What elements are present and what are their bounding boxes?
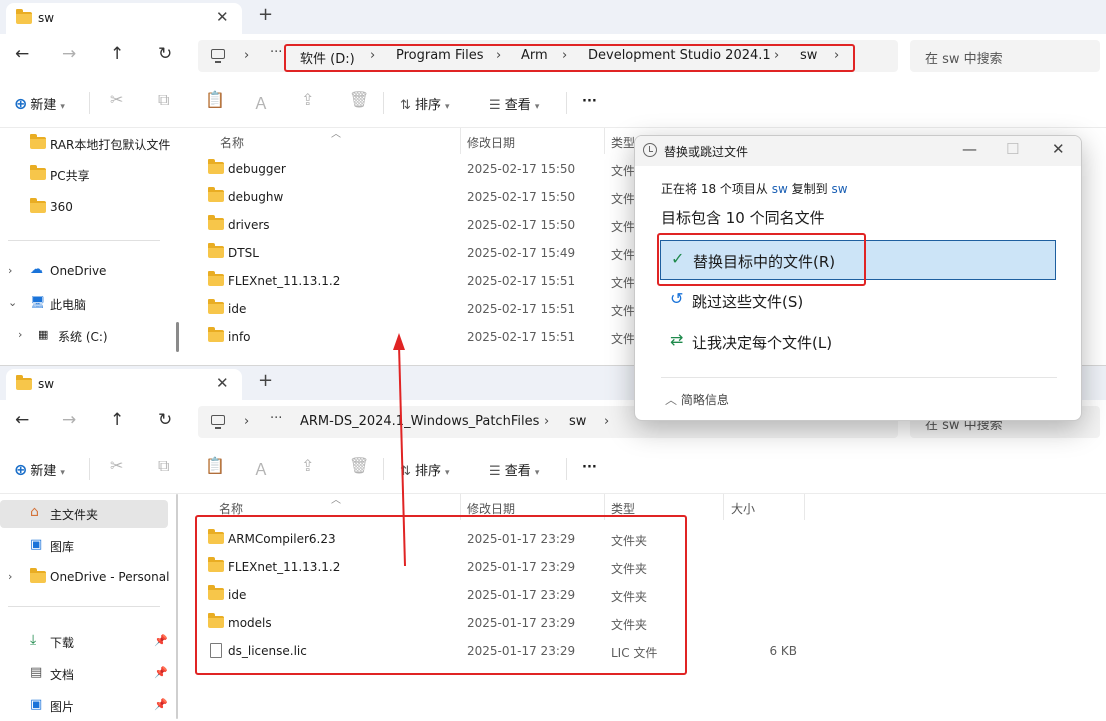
- minimize-icon[interactable]: —: [962, 140, 977, 158]
- source-link[interactable]: sw: [772, 182, 788, 196]
- skip-files-option[interactable]: ↺ 跳过这些文件(S): [660, 281, 1056, 321]
- annotation-arrow-head: [393, 333, 405, 350]
- clock-icon: [643, 143, 657, 157]
- annotation-replace-box: [657, 233, 866, 286]
- dest-link[interactable]: sw: [831, 182, 847, 196]
- close-icon[interactable]: ✕: [1052, 140, 1065, 158]
- dialog-titlebar: 替换或跳过文件 — ☐ ✕: [635, 136, 1081, 166]
- dialog-headline: 目标包含 10 个同名文件: [661, 209, 825, 227]
- dialog-title: 替换或跳过文件: [664, 145, 749, 159]
- compare-icon: ⇄: [670, 330, 684, 349]
- decide-each-option[interactable]: ⇄ 让我决定每个文件(L): [660, 322, 1056, 362]
- maximize-icon[interactable]: ☐: [1006, 140, 1019, 158]
- progress-text: 正在将 18 个项目从 sw 复制到 sw: [661, 182, 848, 196]
- skip-icon: ↺: [670, 289, 684, 308]
- annotation-arrow-line: [398, 344, 406, 567]
- fewer-details-toggle[interactable]: ︿ 简略信息: [665, 391, 729, 408]
- chevron-up-icon: ︿: [665, 393, 681, 407]
